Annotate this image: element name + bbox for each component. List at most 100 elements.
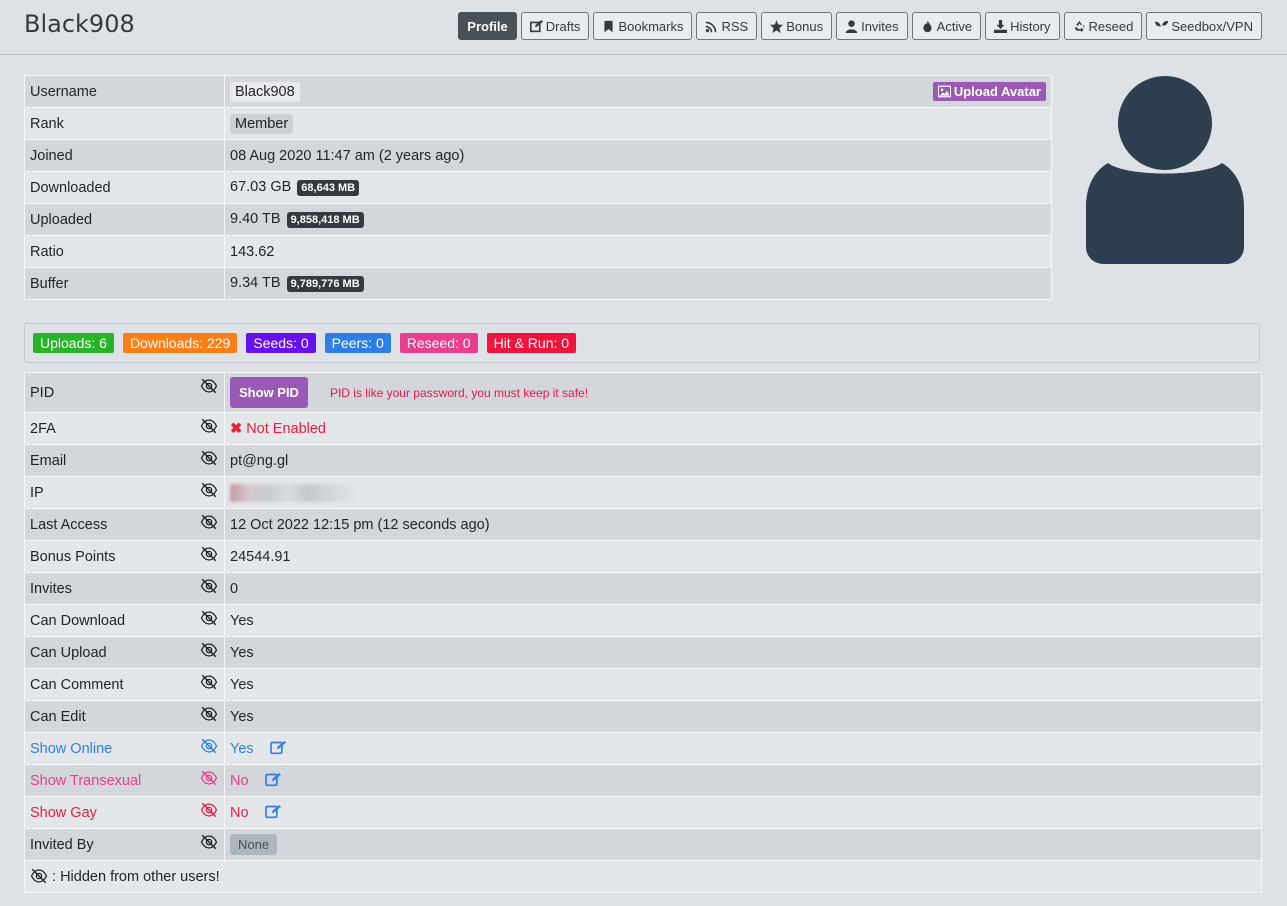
recycle-icon — [1074, 20, 1085, 32]
invites-label: Invites — [30, 580, 72, 597]
can-comment-value: Yes — [224, 668, 1262, 701]
download-icon — [994, 19, 1008, 33]
nav-label: Bonus — [786, 18, 824, 34]
pid-warning: PID is like your password, you must keep… — [329, 386, 589, 400]
can-upload-label: Can Upload — [30, 644, 107, 661]
uploads-badge[interactable]: Uploads: 6 — [33, 333, 114, 353]
eye-slash-icon — [200, 514, 218, 530]
x-icon: ✖ — [230, 420, 243, 437]
invited-by-value: None — [230, 834, 278, 855]
rank-badge: Member — [230, 113, 294, 134]
table-row: Show Transexual No — [24, 764, 1262, 797]
eye-slash-icon — [200, 546, 218, 562]
table-row: Invites 0 — [24, 572, 1262, 605]
show-online-label: Show Online — [30, 740, 113, 757]
nav-label: Bookmarks — [618, 18, 684, 34]
ratio-value: 143.62 — [224, 235, 1052, 268]
fire-icon — [923, 19, 932, 32]
nav-label: Reseed — [1088, 18, 1134, 34]
email-label: Email — [30, 452, 67, 469]
uploaded-label: Uploaded — [24, 203, 225, 236]
bookmark-icon — [604, 20, 613, 32]
eye-slash-icon — [200, 802, 218, 818]
twofa-value: Not Enabled — [246, 420, 326, 437]
ratio-label: Ratio — [24, 235, 225, 268]
table-row: Last Access 12 Oct 2022 12:15 pm (12 sec… — [24, 508, 1262, 541]
upload-avatar-label: Upload Avatar — [953, 83, 1041, 99]
can-download-value: Yes — [224, 604, 1262, 637]
nav-label: Active — [936, 18, 973, 34]
eye-slash-icon — [200, 834, 218, 850]
downloaded-label: Downloaded — [24, 171, 225, 204]
downloads-badge[interactable]: Downloads: 229 — [122, 333, 238, 353]
edit-icon[interactable] — [265, 772, 282, 787]
table-row: 2FA ✖ Not Enabled — [24, 412, 1262, 445]
image-icon — [937, 85, 951, 97]
table-row: Invited By None — [24, 828, 1262, 861]
eye-slash-icon — [200, 450, 218, 466]
profile-header: Black908 Profile Drafts Bookmarks RSS Bo… — [0, 0, 1287, 55]
rss-icon — [706, 21, 717, 32]
show-trans-value: No — [230, 773, 249, 789]
nav-drafts-button[interactable]: Drafts — [520, 12, 590, 40]
nav-label: Seedbox/VPN — [1171, 18, 1253, 34]
table-row: Downloaded 67.03 GB 68,643 MB — [24, 171, 1052, 204]
eye-slash-icon — [200, 378, 218, 394]
table-row: Can Comment Yes — [24, 668, 1262, 701]
invites-value: 0 — [224, 572, 1262, 605]
uploaded-mb-badge: 9,858,418 MB — [286, 212, 364, 228]
table-row: Rank Member — [24, 107, 1052, 140]
reseed-badge[interactable]: Reseed: 0 — [399, 333, 478, 353]
nav-reseed-button[interactable]: Reseed — [1063, 12, 1143, 40]
eye-slash-icon — [200, 706, 218, 722]
page-title: Black908 — [24, 10, 135, 38]
table-row: : Hidden from other users! — [24, 860, 1262, 893]
buffer-mb-badge: 9,789,776 MB — [286, 276, 364, 292]
rank-label: Rank — [24, 107, 225, 140]
nav-profile-button[interactable]: Profile — [458, 12, 517, 40]
twofa-label: 2FA — [30, 420, 56, 437]
table-row: Can Download Yes — [24, 604, 1262, 637]
eye-slash-icon — [200, 610, 218, 626]
edit-icon[interactable] — [265, 804, 282, 819]
eye-slash-icon — [200, 738, 218, 754]
hit-and-run-badge[interactable]: Hit & Run: 0 — [486, 333, 577, 353]
nav-label: RSS — [721, 18, 749, 34]
table-row: Show Online Yes — [24, 732, 1262, 765]
buffer-label: Buffer — [24, 267, 225, 300]
nav-history-button[interactable]: History — [985, 12, 1060, 40]
nav-seedbox-button[interactable]: Seedbox/VPN — [1146, 12, 1262, 40]
table-row: Show Gay No — [24, 796, 1262, 829]
can-edit-value: Yes — [224, 700, 1262, 733]
table-row: Bonus Points 24544.91 — [24, 540, 1262, 573]
upload-avatar-button[interactable]: Upload Avatar — [932, 81, 1046, 101]
eye-slash-icon — [200, 674, 218, 690]
nav-bookmarks-button[interactable]: Bookmarks — [593, 12, 693, 40]
seedling-icon — [1155, 20, 1169, 33]
username-value: Black908 — [230, 81, 300, 102]
star-icon — [770, 19, 784, 33]
private-info-table: PID Show PID PID is like your password, y… — [24, 372, 1262, 893]
email-value: pt@ng.gl — [224, 444, 1262, 477]
table-row: Can Edit Yes — [24, 700, 1262, 733]
nav-label: Invites — [861, 18, 899, 34]
nav-invites-button[interactable]: Invites — [836, 12, 908, 40]
nav-active-button[interactable]: Active — [911, 12, 982, 40]
joined-value: 08 Aug 2020 11:47 am (2 years ago) — [224, 139, 1052, 172]
nav-bonus-button[interactable]: Bonus — [761, 12, 833, 40]
bonus-label: Bonus Points — [30, 548, 116, 565]
profile-nav: Profile Drafts Bookmarks RSS Bonus Invit… — [458, 12, 1262, 40]
peers-badge[interactable]: Peers: 0 — [324, 333, 391, 353]
eye-slash-icon — [200, 642, 218, 658]
downloaded-value: 67.03 GB — [230, 179, 292, 195]
can-edit-label: Can Edit — [30, 708, 86, 725]
edit-icon[interactable] — [270, 740, 287, 755]
username-label: Username — [24, 75, 225, 108]
invited-by-label: Invited By — [30, 836, 94, 853]
seeds-badge[interactable]: Seeds: 0 — [246, 333, 316, 353]
nav-rss-button[interactable]: RSS — [696, 12, 758, 40]
nav-label: Drafts — [545, 18, 581, 34]
ip-value-blurred — [230, 483, 360, 502]
show-pid-button[interactable]: Show PID — [230, 377, 308, 408]
ip-label: IP — [30, 484, 44, 501]
